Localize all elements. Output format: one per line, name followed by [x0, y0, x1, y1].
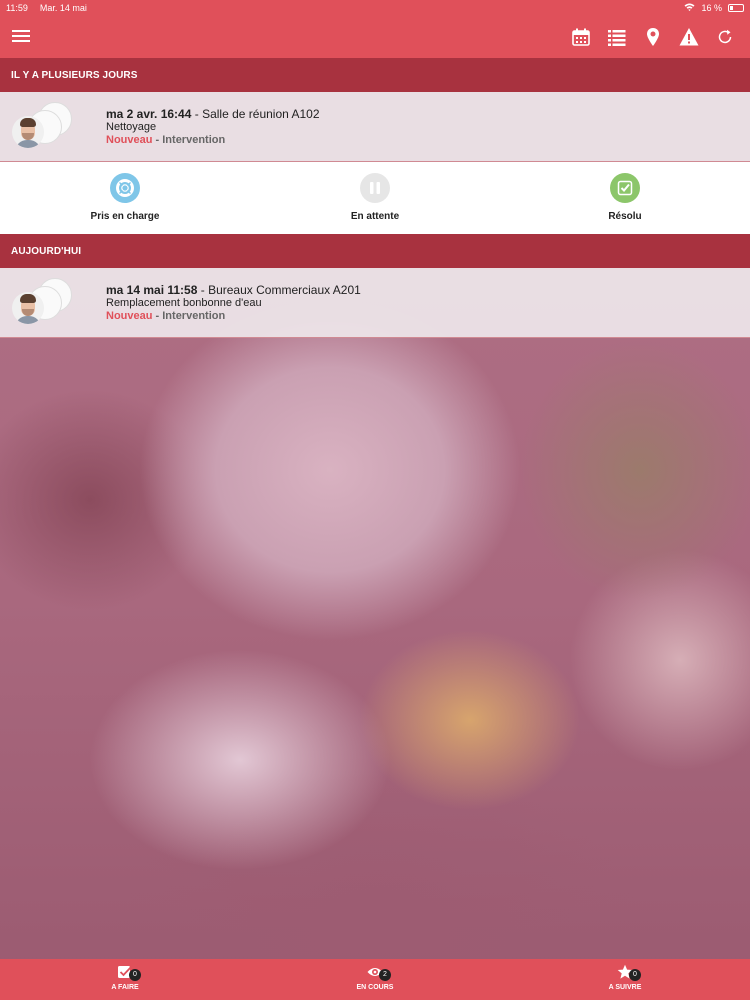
- ticket-actions: Pris en charge En attente Résolu: [0, 162, 750, 234]
- ticket-subject: Remplacement bonbonne d'eau: [106, 297, 262, 309]
- nav-bar: [0, 16, 750, 58]
- section-header-past: IL Y A PLUSIEURS JOURS: [0, 58, 750, 92]
- warning-icon[interactable]: [678, 26, 700, 48]
- ticket-item[interactable]: ma 2 avr. 16:44 - Salle de réunion A102 …: [0, 92, 750, 162]
- pending-button[interactable]: En attente: [315, 173, 435, 222]
- avatar: [12, 116, 44, 148]
- battery-level: 16 %: [701, 3, 722, 13]
- section-header-today: AUJOURD'HUI: [0, 234, 750, 268]
- star-icon: 0: [617, 964, 641, 981]
- tab-count-badge: 0: [629, 969, 641, 981]
- ticket-date: ma 2 avr. 16:44: [106, 107, 192, 121]
- lifebuoy-icon: [110, 173, 140, 203]
- battery-icon: [728, 4, 744, 12]
- pending-label: En attente: [350, 211, 400, 222]
- hamburger-menu-icon[interactable]: [12, 28, 30, 44]
- check-icon: [610, 173, 640, 203]
- ticket-status: Nouveau: [106, 310, 153, 322]
- tab-en-cours[interactable]: 2 EN COURS: [315, 964, 435, 991]
- checkbox-icon: 0: [117, 964, 141, 981]
- status-time: 11:59: [6, 3, 28, 13]
- avatar-group: [10, 276, 74, 332]
- take-charge-button[interactable]: Pris en charge: [65, 173, 185, 222]
- ticket-separator: -: [191, 107, 203, 121]
- tab-a-suivre[interactable]: 0 A SUIVRE: [565, 964, 685, 991]
- location-pin-icon[interactable]: [642, 26, 664, 48]
- ticket-subject: Nettoyage: [106, 121, 157, 133]
- wifi-icon: [684, 3, 695, 13]
- resolved-label: Résolu: [608, 211, 642, 222]
- eye-icon: 2: [367, 964, 391, 981]
- ticket-separator: -: [197, 283, 209, 297]
- ticket-type-separator: -: [152, 134, 163, 146]
- refresh-icon[interactable]: [714, 26, 736, 48]
- ticket-item[interactable]: ma 14 mai 11:58 - Bureaux Commerciaux A2…: [0, 268, 750, 338]
- tab-count-badge: 0: [129, 969, 141, 981]
- tab-label: EN COURS: [356, 984, 394, 991]
- ticket-type: Intervention: [162, 134, 226, 146]
- ticket-location: Salle de réunion A102: [202, 107, 320, 121]
- take-charge-label: Pris en charge: [90, 211, 160, 222]
- ticket-date: ma 14 mai 11:58: [106, 283, 198, 297]
- tab-a-faire[interactable]: 0 A FAIRE: [65, 964, 185, 991]
- status-bar: 11:59 Mar. 14 mai 16 %: [0, 0, 750, 16]
- avatar: [12, 292, 44, 324]
- resolved-button[interactable]: Résolu: [565, 173, 685, 222]
- ticket-location: Bureaux Commerciaux A201: [208, 283, 361, 297]
- ticket-type: Intervention: [162, 310, 226, 322]
- pause-icon: [360, 173, 390, 203]
- tab-count-badge: 2: [379, 969, 391, 981]
- ticket-status: Nouveau: [106, 134, 153, 146]
- tab-label: A FAIRE: [111, 984, 139, 991]
- avatar-group: [10, 100, 74, 156]
- status-date: Mar. 14 mai: [39, 3, 87, 13]
- list-icon[interactable]: [606, 26, 628, 48]
- ticket-type-separator: -: [152, 310, 163, 322]
- calendar-icon[interactable]: [570, 26, 592, 48]
- tab-label: A SUIVRE: [608, 984, 642, 991]
- bottom-tab-bar: 0 A FAIRE 2 EN COURS 0 A SUIVRE: [0, 959, 750, 1000]
